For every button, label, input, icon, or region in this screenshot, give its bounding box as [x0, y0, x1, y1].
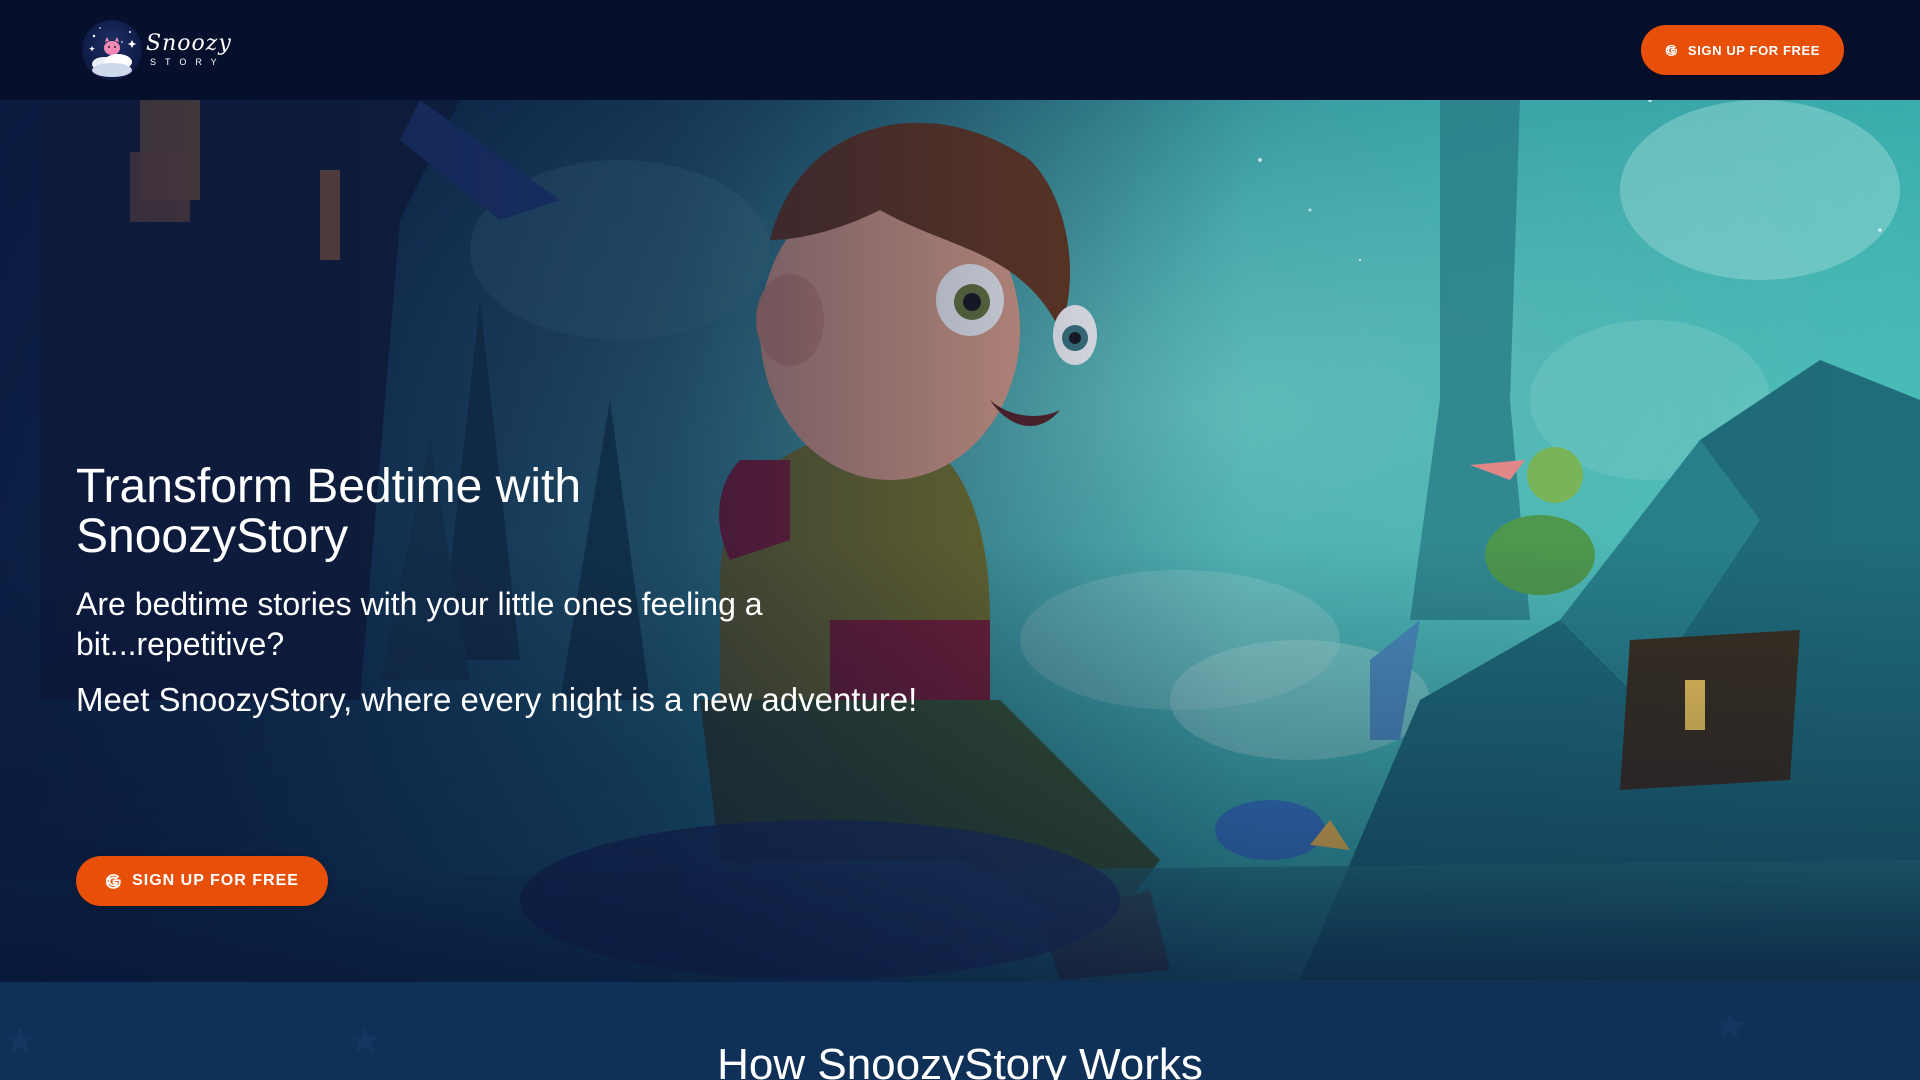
how-it-works-section: How SnoozyStory Works: [0, 982, 1920, 1080]
nav-signup-button[interactable]: SIGN UP FOR FREE: [1641, 25, 1844, 75]
google-g-icon: [105, 873, 122, 890]
nav-signup-label: SIGN UP FOR FREE: [1687, 42, 1821, 58]
logo-sub-text: STORY: [150, 57, 226, 67]
snoozystory-logo[interactable]: Snoozy STORY: [82, 19, 232, 81]
hero-signup-label: SIGN UP FOR FREE: [132, 872, 299, 889]
google-g-icon: [1665, 44, 1678, 57]
hero-subtitle: Are bedtime stories with your little one…: [76, 586, 763, 662]
logo-main-text: Snoozy: [146, 31, 232, 56]
hero-title: Transform Bedtime with SnoozyStory: [76, 460, 582, 563]
hero-content: Transform Bedtime with SnoozyStory Are b…: [76, 462, 1016, 720]
logo-wordmark: Snoozy STORY: [146, 32, 232, 68]
how-it-works-title: How SnoozyStory Works: [717, 1040, 1203, 1080]
hero-signup-button[interactable]: SIGN UP FOR FREE: [76, 856, 328, 906]
hero-tagline: Meet SnoozyStory, where every night is a…: [76, 681, 918, 718]
top-navbar: Snoozy STORY SIGN UP FOR FREE: [0, 0, 1920, 100]
logo-badge-icon: [82, 20, 142, 80]
